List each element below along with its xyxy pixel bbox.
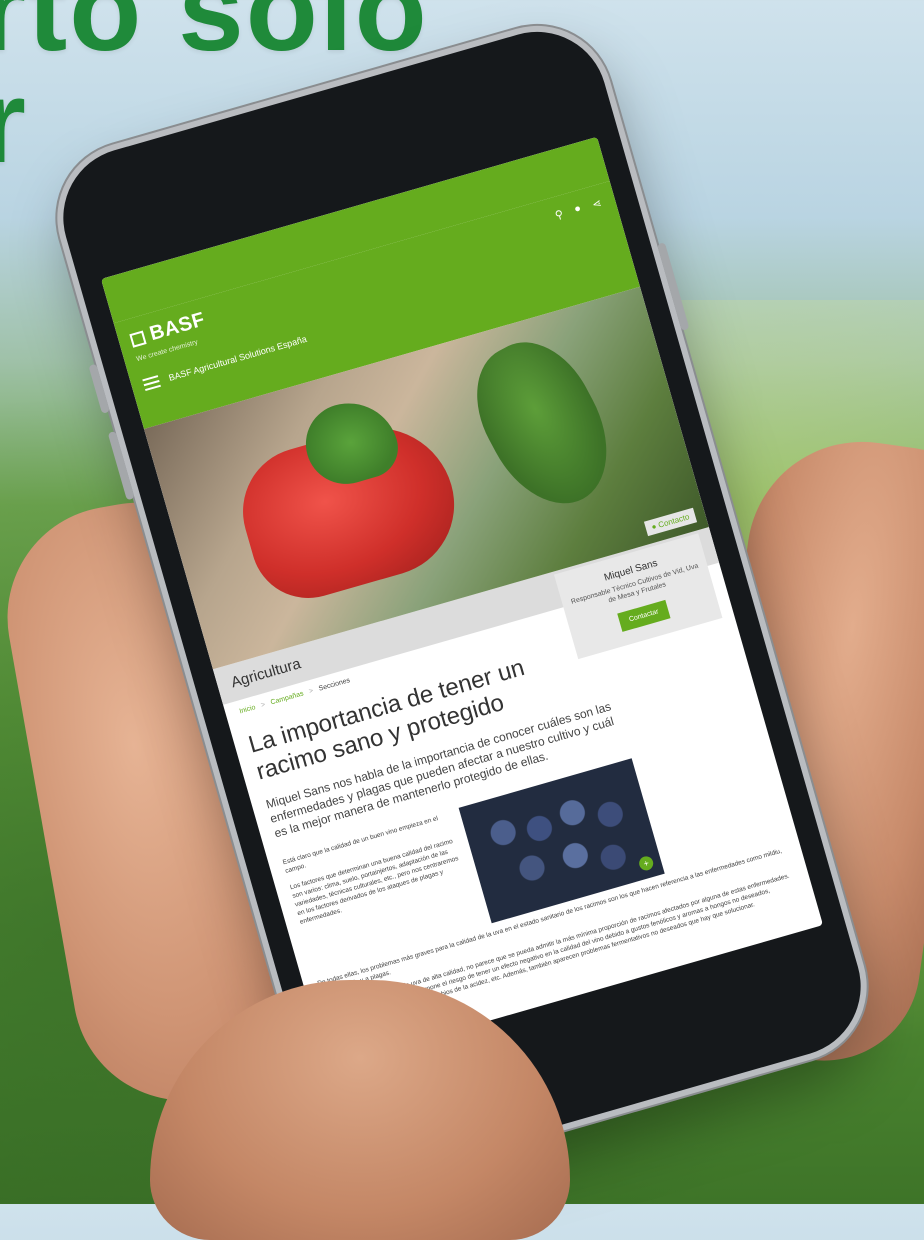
zoom-icon[interactable]: + (637, 854, 655, 873)
breadcrumb-home[interactable]: Inicio (239, 704, 257, 715)
contact-button[interactable]: Contactar (617, 599, 671, 632)
breadcrumb-separator: > (308, 687, 315, 696)
headline-line-1: rto solo (0, 0, 429, 76)
header-icons: ⚲ ● ⋖ (553, 196, 603, 222)
breadcrumb-current: Secciones (317, 677, 351, 693)
search-icon[interactable]: ⚲ (553, 207, 565, 222)
hamburger-menu-icon[interactable] (142, 375, 161, 392)
pepper-leaf (454, 322, 632, 525)
breadcrumb-parent[interactable]: Campañas (270, 690, 304, 706)
logo-text: BASF (147, 308, 208, 346)
globe-icon[interactable]: ● (573, 202, 583, 216)
contact-badge-label: Contacto (657, 512, 691, 530)
contact-badge[interactable]: ● Contacto (643, 507, 698, 537)
breadcrumb-separator: > (260, 701, 267, 710)
share-icon[interactable]: ⋖ (591, 196, 603, 211)
contact-icon: ● (650, 521, 658, 532)
basf-logo-icon (129, 329, 147, 348)
